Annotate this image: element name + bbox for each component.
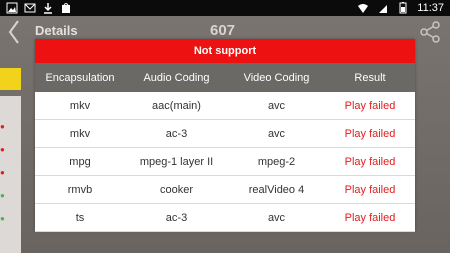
table-row: mkv ac-3 avc Play failed	[35, 120, 415, 148]
dialog-title: Not support	[35, 39, 415, 63]
header-result: Result	[354, 71, 386, 84]
not-support-dialog: Not support Encapsulation Audio Coding V…	[35, 39, 415, 232]
cell-video-coding: mpeg-2	[257, 155, 296, 168]
cell-video-coding: avc	[267, 99, 286, 112]
cell-encapsulation: ts	[75, 211, 85, 224]
gmail-icon	[24, 2, 36, 14]
side-mark-1: ●	[0, 122, 5, 131]
status-bar: 11:37	[0, 0, 450, 16]
share-icon[interactable]	[418, 20, 442, 44]
battery-icon	[397, 2, 409, 14]
download-icon	[42, 2, 54, 14]
cell-encapsulation: mkv	[69, 127, 91, 140]
back-icon[interactable]	[6, 18, 22, 46]
cell-result: Play failed	[344, 183, 396, 196]
wifi-icon	[357, 2, 369, 14]
cell-video-coding: avc	[267, 127, 286, 140]
side-list: ● ● ● ● ●	[0, 96, 21, 253]
cell-audio-coding: ac-3	[165, 211, 188, 224]
table-header: Encapsulation Audio Coding Video Coding …	[35, 63, 415, 92]
side-highlight	[0, 68, 21, 90]
side-mark-2: ●	[0, 145, 5, 154]
image-icon	[6, 2, 18, 14]
cell-result: Play failed	[344, 211, 396, 224]
status-left-icons	[6, 2, 72, 14]
cell-audio-coding: ac-3	[165, 127, 188, 140]
header-video-coding: Video Coding	[243, 71, 310, 84]
status-time: 11:37	[417, 2, 444, 14]
table-row: mkv aac(main) avc Play failed	[35, 92, 415, 120]
cell-encapsulation: mkv	[69, 99, 91, 112]
cell-encapsulation: rmvb	[67, 183, 93, 196]
cell-video-coding: realVideo 4	[248, 183, 305, 196]
cell-audio-coding: mpeg-1 layer II	[139, 155, 214, 168]
cell-encapsulation: mpg	[69, 155, 91, 168]
header-encapsulation: Encapsulation	[45, 71, 115, 84]
cell-audio-coding: cooker	[159, 183, 194, 196]
side-mark-5: ●	[0, 214, 5, 223]
page-number: 607	[210, 22, 236, 39]
page-title: Details	[35, 23, 78, 38]
cell-video-coding: avc	[267, 211, 286, 224]
side-mark-4: ●	[0, 191, 5, 200]
sim-icon	[377, 2, 389, 14]
table-row: mpg mpeg-1 layer II mpeg-2 Play failed	[35, 148, 415, 176]
side-mark-3: ●	[0, 168, 5, 177]
status-right-icons: 11:37	[357, 1, 444, 15]
cell-result: Play failed	[344, 155, 396, 168]
table-row: rmvb cooker realVideo 4 Play failed	[35, 176, 415, 204]
header-audio-coding: Audio Coding	[143, 71, 210, 84]
store-icon	[60, 2, 72, 14]
table-row: ts ac-3 avc Play failed	[35, 204, 415, 232]
cell-audio-coding: aac(main)	[152, 99, 201, 112]
cell-result: Play failed	[344, 127, 396, 140]
cell-result: Play failed	[344, 99, 396, 112]
